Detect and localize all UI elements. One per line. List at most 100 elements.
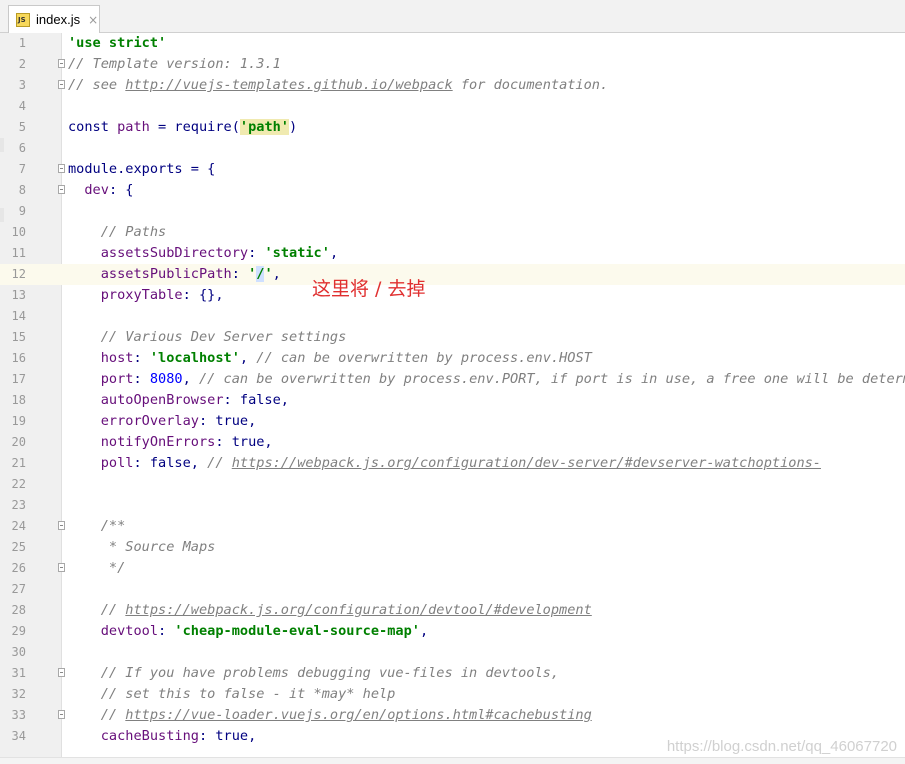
fold-marker-icon[interactable] <box>58 668 65 677</box>
code-line[interactable]: 11 assetsSubDirectory: 'static', <box>0 243 905 264</box>
fold-marker-icon[interactable] <box>58 185 65 194</box>
code-token: 'use strict' <box>68 35 167 51</box>
code-token: poll <box>100 455 134 471</box>
code-token: 'cheap-module-eval-source-map' <box>174 623 420 639</box>
code-line[interactable]: 21 poll: false, // https://webpack.js.or… <box>0 453 905 474</box>
code-line[interactable]: 6 <box>0 138 905 159</box>
code-line[interactable]: 30 <box>0 642 905 663</box>
line-number: 2 <box>18 57 26 71</box>
code-line[interactable]: 20 notifyOnErrors: true, <box>0 432 905 453</box>
code-token: http://vuejs-templates.github.io/webpack <box>125 77 453 93</box>
code-token: assetsPublicPath <box>100 266 232 282</box>
code-line[interactable]: 4 <box>0 96 905 117</box>
code-line[interactable]: 9 <box>0 201 905 222</box>
line-number: 29 <box>11 624 26 638</box>
code-token: autoOpenBrowser <box>100 392 224 408</box>
code-line[interactable]: 3 // see http://vuejs-templates.github.io… <box>0 75 905 96</box>
line-number: 1 <box>18 36 26 50</box>
line-number: 5 <box>18 120 26 134</box>
code-line[interactable]: 1 'use strict' <box>0 33 905 54</box>
code-line[interactable]: 23 <box>0 495 905 516</box>
line-number: 12 <box>11 267 26 281</box>
code-line[interactable]: 18 autoOpenBrowser: false, <box>0 390 905 411</box>
code-line[interactable]: 27 <box>0 579 905 600</box>
code-text: // Paths <box>68 222 166 243</box>
code-text: autoOpenBrowser: false, <box>68 390 289 411</box>
code-text: assetsSubDirectory: 'static', <box>68 243 338 264</box>
code-line[interactable]: 14 <box>0 306 905 327</box>
line-number: 31 <box>11 666 26 680</box>
code-line[interactable]: 5 const path = require('path') <box>0 117 905 138</box>
line-number: 17 <box>11 372 26 386</box>
code-token: : <box>133 371 150 387</box>
code-line[interactable]: 33 // https://vue-loader.vuejs.org/en/op… <box>0 705 905 726</box>
fold-marker-icon[interactable] <box>58 521 65 530</box>
fold-marker-icon[interactable] <box>58 710 65 719</box>
code-line[interactable]: 13 proxyTable: {}, <box>0 285 905 306</box>
fold-marker-icon[interactable] <box>58 563 65 572</box>
code-token: 'localhost' <box>149 350 240 366</box>
code-token: , <box>239 350 257 366</box>
line-number: 24 <box>11 519 26 533</box>
code-text: // Various Dev Server settings <box>68 327 347 348</box>
code-token: = require( <box>149 119 240 135</box>
line-number: 20 <box>11 435 26 449</box>
line-number: 15 <box>11 330 26 344</box>
line-number: 30 <box>11 645 26 659</box>
code-line[interactable]: 17 port: 8080, // can be overwritten by … <box>0 369 905 390</box>
code-token: // If you have problems debugging vue-fi… <box>68 665 560 681</box>
line-number: 34 <box>11 729 26 743</box>
annotation-note: 这里将 / 去掉 <box>312 278 426 300</box>
horizontal-scrollbar[interactable] <box>0 757 905 764</box>
code-token: ) <box>289 119 298 135</box>
code-line[interactable]: 24 /** <box>0 516 905 537</box>
line-number: 32 <box>11 687 26 701</box>
code-text: poll: false, // https://webpack.js.org/c… <box>68 453 821 474</box>
line-number: 10 <box>11 225 26 239</box>
code-token: // <box>68 707 126 723</box>
fold-marker-icon[interactable] <box>58 59 65 68</box>
code-text: devtool: 'cheap-module-eval-source-map', <box>68 621 428 642</box>
code-line[interactable]: 12 assetsPublicPath: '/', <box>0 264 905 285</box>
code-text: port: 8080, // can be overwritten by pro… <box>68 369 905 390</box>
fold-marker-icon[interactable] <box>58 164 65 173</box>
code-line[interactable]: 22 <box>0 474 905 495</box>
code-token: host <box>100 350 134 366</box>
line-number: 13 <box>11 288 26 302</box>
code-text: // If you have problems debugging vue-fi… <box>68 663 559 684</box>
code-line[interactable]: 10 // Paths <box>0 222 905 243</box>
code-line[interactable]: 15 // Various Dev Server settings <box>0 327 905 348</box>
code-line[interactable]: 26 */ <box>0 558 905 579</box>
fold-marker-icon[interactable] <box>58 80 65 89</box>
code-line[interactable]: 19 errorOverlay: true, <box>0 411 905 432</box>
code-line[interactable]: 31 // If you have problems debugging vue… <box>0 663 905 684</box>
code-editor[interactable]: 1 'use strict' 2 // Template version: 1.3.1… <box>0 33 905 757</box>
code-line[interactable]: 28 // https://webpack.js.org/configurati… <box>0 600 905 621</box>
code-token: // Various Dev Server settings <box>68 329 347 345</box>
tab-index-js[interactable]: JS index.js × <box>8 5 100 33</box>
code-line[interactable]: 16 host: 'localhost', // can be overwrit… <box>0 348 905 369</box>
code-line[interactable]: 2 // Template version: 1.3.1 <box>0 54 905 75</box>
close-icon[interactable]: × <box>88 13 98 27</box>
code-text: assetsPublicPath: '/', <box>68 264 281 285</box>
code-text: // Template version: 1.3.1 <box>68 54 281 75</box>
code-line[interactable]: 32 // set this to false - it *may* help <box>0 684 905 705</box>
code-line[interactable]: 25 * Source Maps <box>0 537 905 558</box>
line-number: 22 <box>11 477 26 491</box>
code-token: https://webpack.js.org/configuration/dev… <box>231 455 821 471</box>
line-number: 19 <box>11 414 26 428</box>
code-line[interactable]: 29 devtool: 'cheap-module-eval-source-ma… <box>0 621 905 642</box>
code-line[interactable]: 8 dev: { <box>0 180 905 201</box>
code-token: : <box>158 623 175 639</box>
code-token: , <box>329 245 339 261</box>
code-line[interactable]: 7 module.exports = { <box>0 159 905 180</box>
code-token: // set this to false - it *may* help <box>68 686 396 702</box>
code-token: https://vue-loader.vuejs.org/en/options.… <box>125 707 592 723</box>
code-text: const path = require('path') <box>68 117 297 138</box>
